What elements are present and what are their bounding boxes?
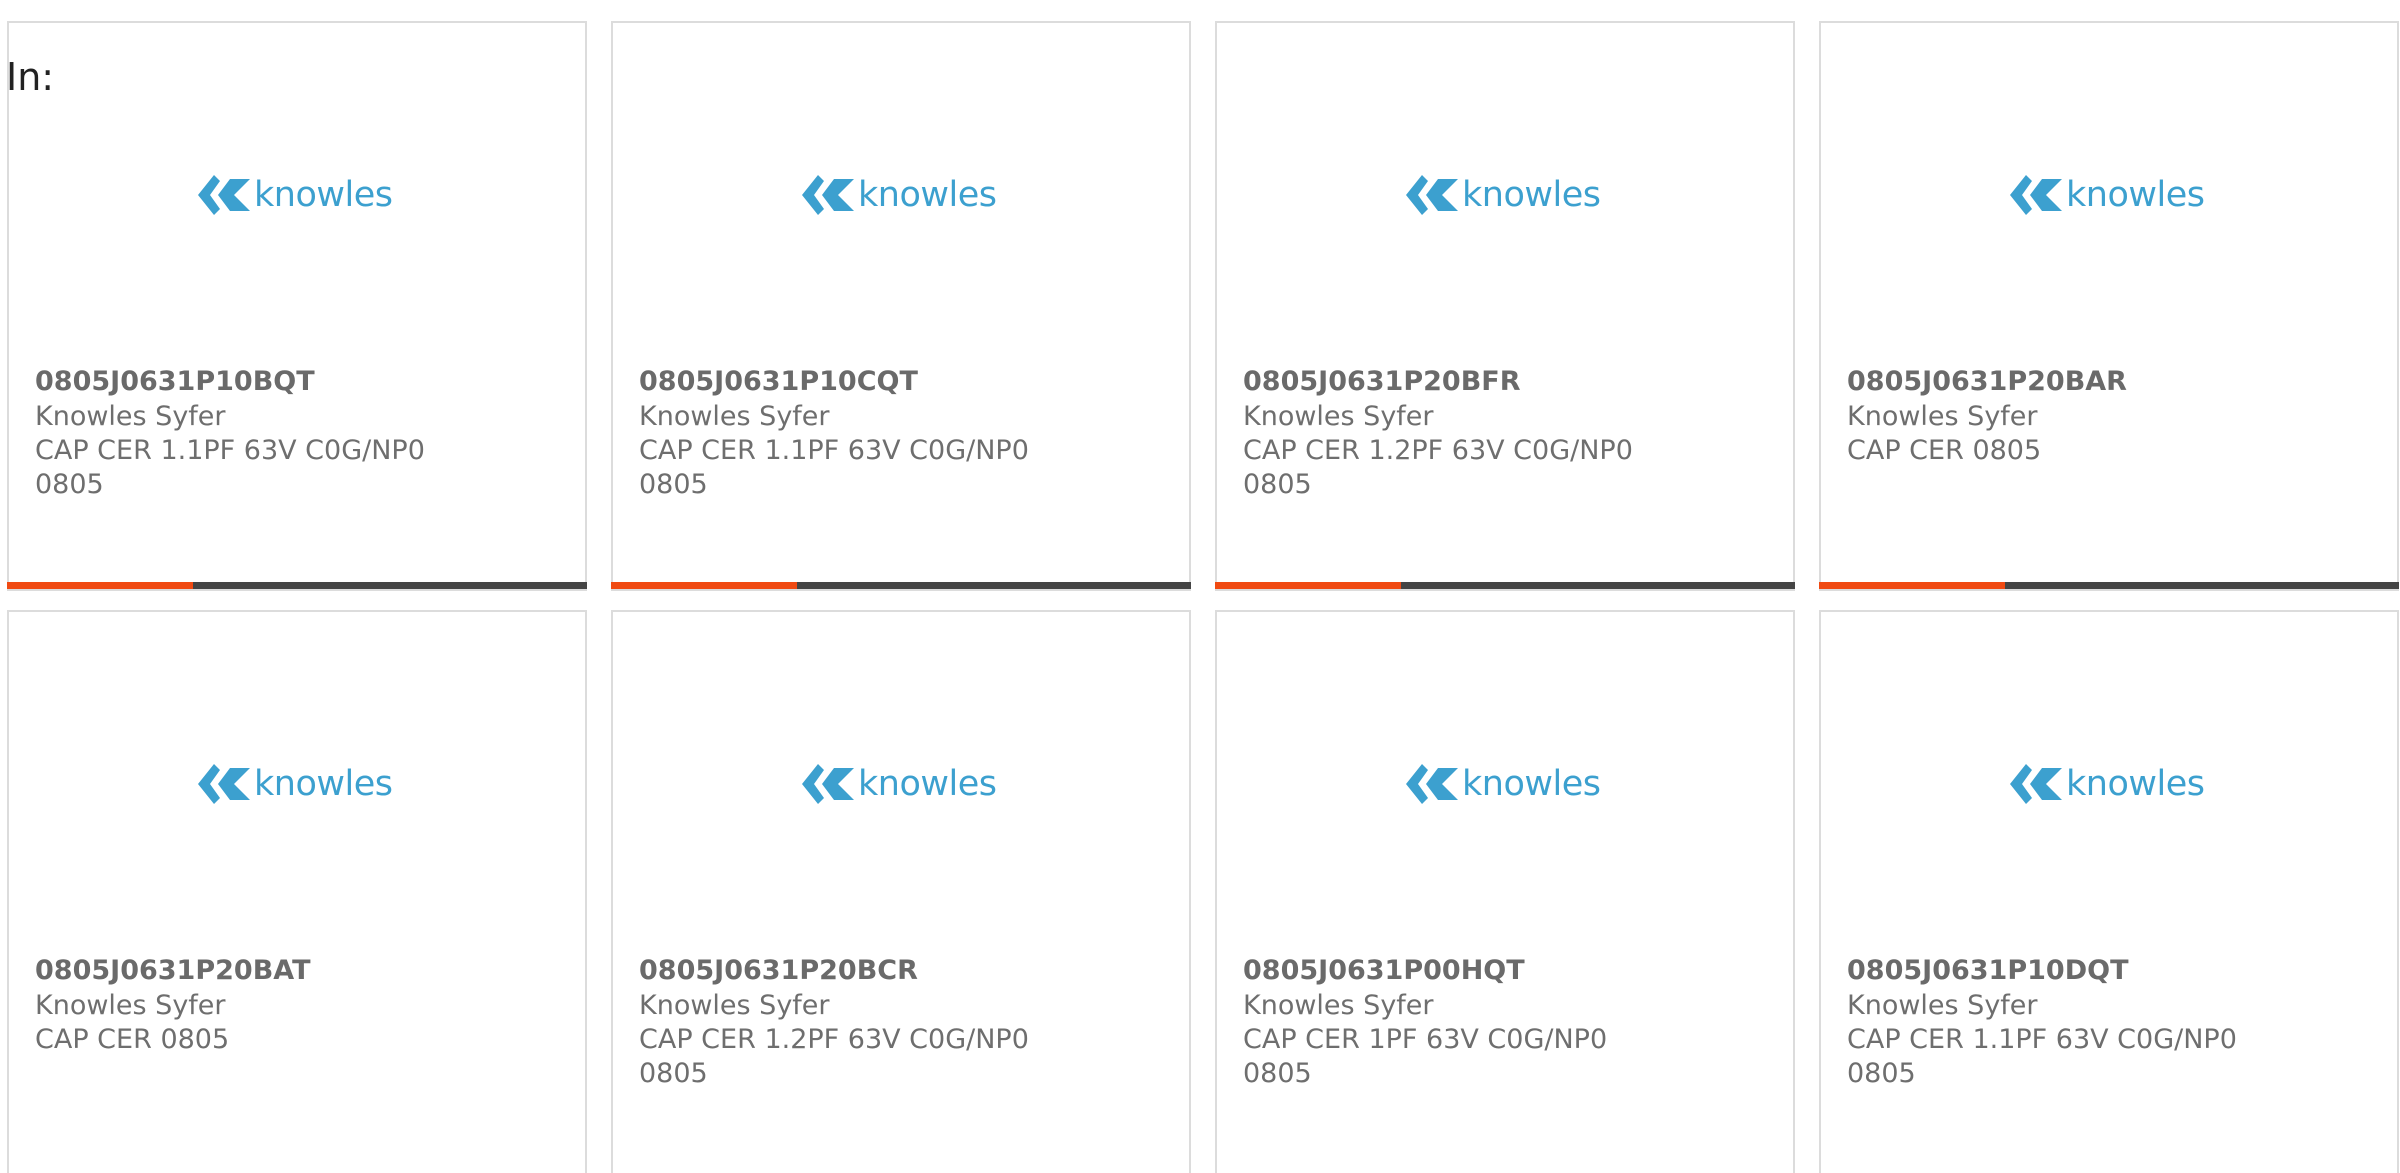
logo-wordmark: knowles — [858, 764, 997, 804]
manufacturer-logo: knowles — [196, 758, 406, 810]
card-progress-bar — [1819, 582, 2399, 589]
product-info: 0805J0631P20BAR Knowles Syfer CAP CER 08… — [1847, 364, 2267, 468]
part-number[interactable]: 0805J0631P20BAR — [1847, 364, 2267, 400]
card-progress-bar — [7, 582, 587, 589]
product-info: 0805J0631P20BCR Knowles Syfer CAP CER 1.… — [639, 953, 1059, 1091]
manufacturer-name: Knowles Syfer — [1243, 990, 1434, 1021]
product-description: CAP CER 1.2PF 63V C0G/NP0 0805 — [639, 1024, 1029, 1089]
manufacturer-name: Knowles Syfer — [35, 990, 226, 1021]
product-description: CAP CER 0805 — [1847, 435, 2042, 466]
knowles-chevron-icon — [802, 764, 854, 804]
product-info: 0805J0631P20BFR Knowles Syfer CAP CER 1.… — [1243, 364, 1663, 502]
manufacturer-name: Knowles Syfer — [1847, 401, 2038, 432]
product-card[interactable]: knowles 0805J0631P20BCR Knowles Syfer CA… — [611, 610, 1191, 1173]
knowles-chevron-icon — [802, 175, 854, 215]
manufacturer-name: Knowles Syfer — [639, 990, 830, 1021]
part-number[interactable]: 0805J0631P20BAT — [35, 953, 455, 989]
card-progress-fill — [1819, 582, 2005, 589]
product-card[interactable]: knowles 0805J0631P20BFR Knowles Syfer CA… — [1215, 21, 1795, 591]
product-description: CAP CER 1.1PF 63V C0G/NP0 0805 — [35, 435, 425, 500]
part-number[interactable]: 0805J0631P10CQT — [639, 364, 1059, 400]
logo-wordmark: knowles — [2066, 764, 2205, 804]
product-card[interactable]: knowles 0805J0631P10CQT Knowles Syfer CA… — [611, 21, 1191, 591]
logo-wordmark: knowles — [858, 175, 997, 215]
product-description: CAP CER 1.1PF 63V C0G/NP0 0805 — [1847, 1024, 2237, 1089]
logo-wordmark: knowles — [254, 175, 393, 215]
card-progress-fill — [611, 582, 797, 589]
product-description: CAP CER 1PF 63V C0G/NP0 0805 — [1243, 1024, 1608, 1089]
product-grid: knowles 0805J0631P10BQT Knowles Syfer CA… — [7, 21, 2400, 1173]
manufacturer-name: Knowles Syfer — [1243, 401, 1434, 432]
knowles-chevron-icon — [1406, 175, 1458, 215]
part-number[interactable]: 0805J0631P10DQT — [1847, 953, 2267, 989]
card-progress-bar — [1215, 582, 1795, 589]
knowles-chevron-icon — [1406, 764, 1458, 804]
product-info: 0805J0631P10CQT Knowles Syfer CAP CER 1.… — [639, 364, 1059, 502]
card-progress-fill — [7, 582, 193, 589]
manufacturer-logo: knowles — [800, 169, 1010, 221]
logo-wordmark: knowles — [254, 764, 393, 804]
knowles-chevron-icon — [198, 175, 250, 215]
manufacturer-logo: knowles — [1404, 169, 1614, 221]
product-card[interactable]: knowles 0805J0631P00HQT Knowles Syfer CA… — [1215, 610, 1795, 1173]
manufacturer-name: Knowles Syfer — [1847, 990, 2038, 1021]
manufacturer-logo: knowles — [2008, 758, 2218, 810]
product-description: CAP CER 1.2PF 63V C0G/NP0 0805 — [1243, 435, 1633, 500]
part-number[interactable]: 0805J0631P10BQT — [35, 364, 455, 400]
product-description: CAP CER 1.1PF 63V C0G/NP0 0805 — [639, 435, 1029, 500]
knowles-chevron-icon — [2010, 764, 2062, 804]
product-card[interactable]: knowles 0805J0631P10DQT Knowles Syfer CA… — [1819, 610, 2399, 1173]
manufacturer-logo: knowles — [800, 758, 1010, 810]
card-progress-bar — [611, 582, 1191, 589]
card-progress-fill — [1215, 582, 1401, 589]
product-card[interactable]: knowles 0805J0631P20BAT Knowles Syfer CA… — [7, 610, 587, 1173]
manufacturer-name: Knowles Syfer — [35, 401, 226, 432]
logo-wordmark: knowles — [2066, 175, 2205, 215]
manufacturer-name: Knowles Syfer — [639, 401, 830, 432]
manufacturer-logo: knowles — [2008, 169, 2218, 221]
part-number[interactable]: 0805J0631P20BCR — [639, 953, 1059, 989]
product-card[interactable]: knowles 0805J0631P10BQT Knowles Syfer CA… — [7, 21, 587, 591]
logo-wordmark: knowles — [1462, 175, 1601, 215]
product-info: 0805J0631P10DQT Knowles Syfer CAP CER 1.… — [1847, 953, 2267, 1091]
product-card[interactable]: knowles 0805J0631P20BAR Knowles Syfer CA… — [1819, 21, 2399, 591]
product-info: 0805J0631P00HQT Knowles Syfer CAP CER 1P… — [1243, 953, 1663, 1091]
logo-wordmark: knowles — [1462, 764, 1601, 804]
part-number[interactable]: 0805J0631P20BFR — [1243, 364, 1663, 400]
manufacturer-logo: knowles — [196, 169, 406, 221]
manufacturer-logo: knowles — [1404, 758, 1614, 810]
part-number[interactable]: 0805J0631P00HQT — [1243, 953, 1663, 989]
filter-label: In: — [6, 55, 55, 99]
product-info: 0805J0631P20BAT Knowles Syfer CAP CER 08… — [35, 953, 455, 1057]
product-info: 0805J0631P10BQT Knowles Syfer CAP CER 1.… — [35, 364, 455, 502]
knowles-chevron-icon — [198, 764, 250, 804]
knowles-chevron-icon — [2010, 175, 2062, 215]
product-description: CAP CER 0805 — [35, 1024, 230, 1055]
